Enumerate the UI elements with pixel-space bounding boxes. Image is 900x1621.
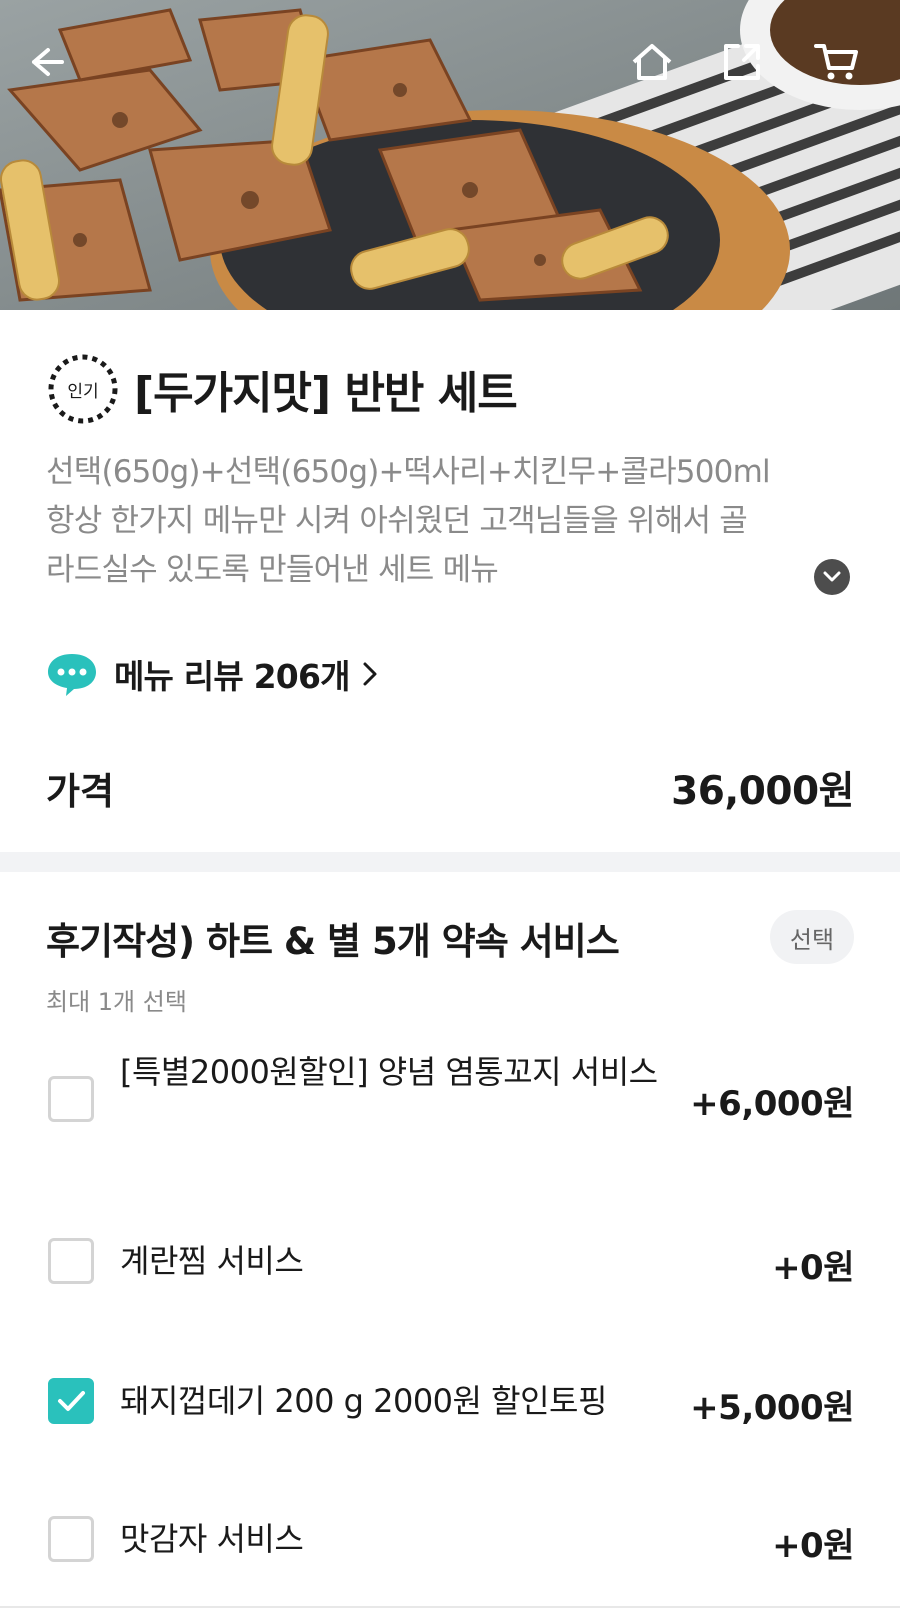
description-line: 선택(650g)+선택(650g)+떡사리+치킨무+콜라500ml	[46, 454, 771, 490]
option-label: 맛감자 서비스	[120, 1520, 304, 1558]
menu-review-link[interactable]: 메뉴 리뷰 206개	[46, 650, 378, 698]
description-line: 항상 한가지 메뉴만 시켜 아쉬웠던 고객님들을 위해서 골	[46, 503, 748, 539]
option-checkbox[interactable]	[48, 1516, 94, 1562]
option-price: +6,000원	[690, 1084, 854, 1124]
option-label: [특별2000원할인] 양념 염통꼬지 서비스	[120, 1053, 658, 1091]
option-label: 계란찜 서비스	[120, 1242, 304, 1280]
section-divider	[0, 852, 900, 872]
hero-image	[0, 0, 900, 310]
option-price: +5,000원	[690, 1388, 854, 1428]
back-arrow-icon	[32, 48, 64, 76]
popular-badge-label: 인기	[67, 381, 99, 402]
popular-badge: 인기	[46, 352, 120, 426]
cart-button[interactable]	[814, 42, 874, 102]
option-item[interactable]: [특별2000원할인] 양념 염통꼬지 서비스 +6,000원	[46, 1048, 854, 1148]
option-checkbox[interactable]	[48, 1238, 94, 1284]
option-group-subtitle: 최대 1개 선택	[46, 988, 187, 1016]
price-value: 36,000원	[671, 769, 854, 814]
expand-description-button[interactable]	[814, 559, 850, 595]
option-checkbox[interactable]	[48, 1076, 94, 1122]
option-group-badge: 선택	[770, 910, 854, 964]
product-title: [두가지맛] 반반 세트	[134, 368, 518, 419]
checkmark-icon	[58, 1391, 85, 1411]
share-button[interactable]	[722, 42, 782, 102]
option-checkbox[interactable]	[48, 1378, 94, 1424]
option-item[interactable]: 계란찜 서비스 +0원	[46, 1238, 854, 1298]
option-label: 돼지껍데기 200 g 2000원 할인토핑	[120, 1382, 607, 1420]
product-description: 선택(650g)+선택(650g)+떡사리+치킨무+콜라500ml 항상 한가지…	[46, 448, 856, 595]
back-button[interactable]	[26, 42, 86, 102]
share-icon	[724, 44, 760, 80]
chevron-down-icon	[823, 571, 841, 582]
option-group-title: 후기작성) 하트 & 별 5개 약속 서비스	[46, 920, 620, 963]
home-icon	[632, 44, 672, 80]
bottom-divider	[0, 1606, 900, 1608]
home-button[interactable]	[630, 42, 690, 102]
option-price: +0원	[772, 1526, 854, 1566]
menu-review-label: 메뉴 리뷰 206개	[114, 657, 350, 696]
option-price: +0원	[772, 1248, 854, 1288]
chevron-right-icon	[363, 662, 377, 686]
price-row: 가격 36,000원	[46, 760, 854, 816]
option-item[interactable]: 맛감자 서비스 +0원	[46, 1516, 854, 1576]
cart-icon	[814, 44, 858, 80]
description-line: 라드실수 있도록 만들어낸 세트 메뉴	[46, 552, 499, 588]
price-label: 가격	[46, 770, 115, 813]
option-item[interactable]: 돼지껍데기 200 g 2000원 할인토핑 +5,000원	[46, 1378, 854, 1438]
product-title-row: 인기 [두가지맛] 반반 세트	[46, 352, 518, 426]
speech-bubble-icon	[48, 654, 96, 696]
